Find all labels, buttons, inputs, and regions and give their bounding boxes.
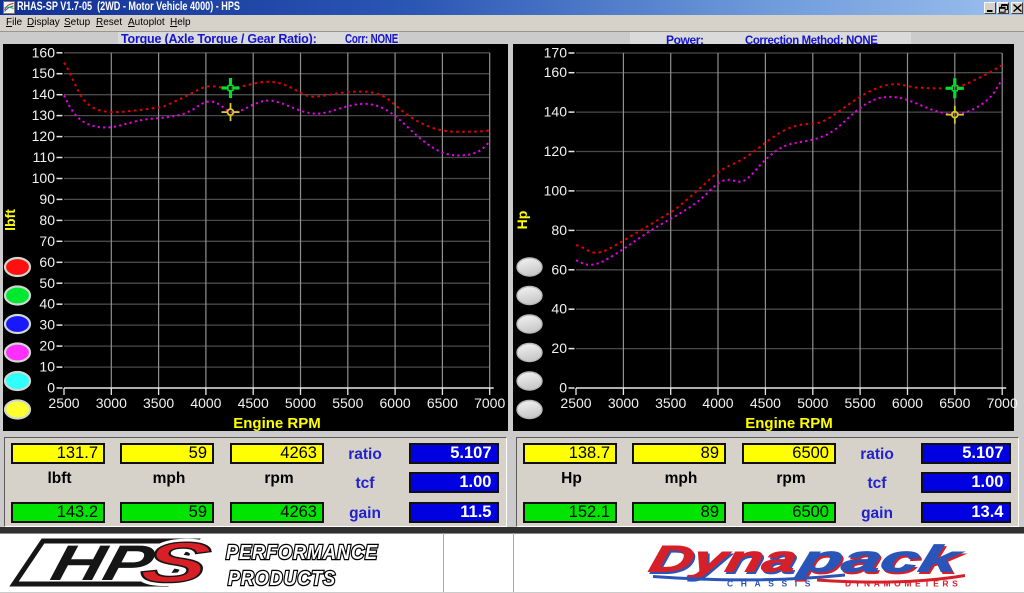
svg-text:6000: 6000 [892,395,923,411]
svg-text:40: 40 [39,296,55,312]
svg-text:4000: 4000 [190,395,221,411]
svg-text:6500: 6500 [939,395,970,411]
svg-text:5500: 5500 [845,395,876,411]
svg-text:140: 140 [32,86,56,102]
svg-text:170: 170 [544,45,568,61]
svg-text:5000: 5000 [285,395,316,411]
svg-text:50: 50 [39,275,55,291]
svg-text:120: 120 [32,128,56,144]
svg-text:DYNAMOMETERS: DYNAMOMETERS [845,579,961,589]
svg-text:60: 60 [551,261,567,277]
svg-text:90: 90 [39,191,55,207]
svg-text:Dyna: Dyna [646,538,802,579]
svg-text:6000: 6000 [380,395,411,411]
svg-text:pack: pack [794,538,968,579]
svg-text:CHASSIS: CHASSIS [727,579,818,589]
svg-text:140: 140 [544,104,568,120]
svg-text:Engine RPM: Engine RPM [233,415,321,432]
svg-text:80: 80 [39,212,55,228]
svg-text:0: 0 [559,380,567,396]
svg-text:30: 30 [39,317,55,333]
svg-text:PERFORMANCE: PERFORMANCE [226,541,378,564]
svg-text:80: 80 [551,222,567,238]
svg-text:100: 100 [544,182,568,198]
svg-text:5500: 5500 [332,395,363,411]
svg-text:160: 160 [544,64,568,80]
svg-text:Hp: Hp [514,211,530,230]
svg-text:7000: 7000 [474,395,505,411]
svg-text:4500: 4500 [238,395,269,411]
svg-text:60: 60 [39,254,55,270]
svg-text:20: 20 [551,340,567,356]
svg-text:3500: 3500 [143,395,174,411]
svg-text:4500: 4500 [750,395,781,411]
svg-text:3500: 3500 [655,395,686,411]
svg-text:5000: 5000 [797,395,828,411]
svg-text:10: 10 [39,359,55,375]
svg-text:120: 120 [544,143,568,159]
svg-text:0: 0 [47,380,55,396]
svg-text:4000: 4000 [702,395,733,411]
svg-text:6500: 6500 [427,395,458,411]
svg-text:3000: 3000 [96,395,127,411]
svg-text:40: 40 [551,301,567,317]
svg-text:2500: 2500 [560,395,591,411]
svg-text:150: 150 [32,65,56,81]
svg-text:Engine RPM: Engine RPM [745,415,833,432]
svg-text:110: 110 [33,149,56,165]
svg-text:lbft: lbft [2,209,18,231]
svg-text:S: S [135,534,217,593]
svg-text:70: 70 [39,233,55,249]
svg-text:3000: 3000 [608,395,639,411]
svg-text:130: 130 [32,107,56,123]
svg-text:20: 20 [39,338,55,354]
svg-text:160: 160 [32,44,56,60]
svg-text:100: 100 [32,170,56,186]
svg-text:2500: 2500 [48,395,79,411]
svg-text:PRODUCTS: PRODUCTS [228,567,336,590]
svg-text:7000: 7000 [987,395,1018,411]
